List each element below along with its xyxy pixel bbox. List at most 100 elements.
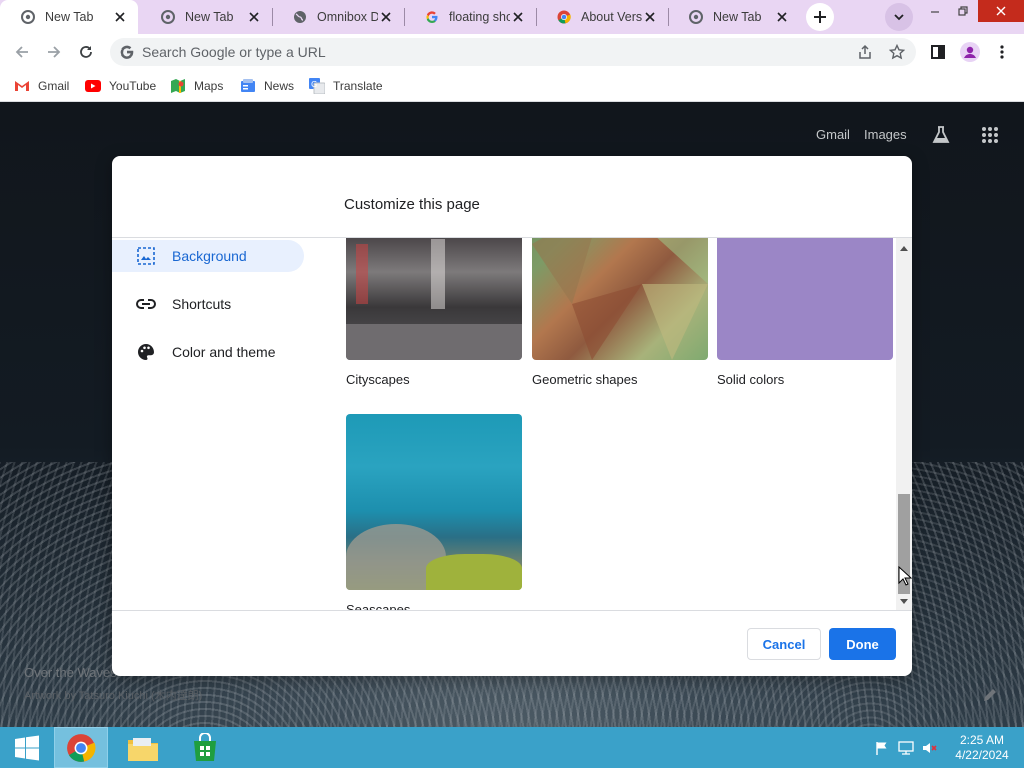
- gmail-link[interactable]: Gmail: [816, 127, 850, 142]
- folder-icon: [128, 737, 158, 761]
- close-tab-icon[interactable]: [510, 9, 526, 25]
- taskbar-chrome[interactable]: [54, 727, 108, 768]
- minimize-button[interactable]: [920, 0, 950, 22]
- menu-item-label: Background: [172, 248, 247, 264]
- minimize-icon: [931, 11, 939, 13]
- clock-time: 2:25 AM: [959, 733, 1005, 747]
- star-icon[interactable]: [888, 43, 906, 61]
- profile-button[interactable]: [956, 38, 984, 66]
- tile-solid-colors[interactable]: Solid colors: [717, 238, 893, 387]
- clock-date: 4/22/2024: [955, 748, 1009, 762]
- bookmark-youtube[interactable]: YouTube: [85, 77, 156, 95]
- tab-strip: New Tab New Tab Omnibox De floating shop: [0, 0, 1024, 34]
- tile-label: Cityscapes: [346, 372, 410, 387]
- close-icon: [996, 6, 1006, 16]
- tab-title: About Versic: [581, 10, 642, 24]
- tab-new-tab-1[interactable]: New Tab: [0, 0, 138, 34]
- omnibox[interactable]: Search Google or type a URL: [110, 38, 916, 66]
- start-button[interactable]: [0, 727, 54, 768]
- chevron-down-icon: [894, 14, 904, 21]
- close-tab-icon[interactable]: [112, 9, 128, 25]
- bookmark-label: YouTube: [109, 79, 157, 93]
- volume-muted-icon[interactable]: [922, 740, 938, 756]
- share-icon[interactable]: [856, 43, 874, 61]
- menu-button[interactable]: [988, 38, 1016, 66]
- bookmark-label: News: [264, 79, 295, 93]
- menu-item-shortcuts[interactable]: Shortcuts: [112, 288, 304, 320]
- flag-icon[interactable]: [874, 740, 890, 756]
- tab-omnibox-debug[interactable]: Omnibox De: [272, 0, 404, 34]
- restore-button[interactable]: [948, 0, 978, 22]
- cancel-button[interactable]: Cancel: [747, 628, 821, 660]
- google-g-icon: [424, 9, 440, 25]
- reload-button[interactable]: [72, 38, 100, 66]
- bookmark-gmail[interactable]: Gmail: [14, 77, 69, 95]
- attribution-title[interactable]: Over the Waves: [24, 665, 117, 680]
- side-panel-button[interactable]: [924, 38, 952, 66]
- arrow-right-icon: [48, 46, 61, 58]
- system-clock[interactable]: 2:25 AM 4/22/2024: [944, 733, 1020, 763]
- bookmark-label: Gmail: [38, 79, 70, 93]
- avatar-icon: [960, 42, 980, 62]
- apps-grid-icon[interactable]: [979, 124, 1001, 146]
- tile-label: Seascapes: [346, 602, 411, 610]
- tile-label: Solid colors: [717, 372, 785, 387]
- bookmarks-bar: Gmail YouTube Maps News G Translate: [0, 70, 1024, 102]
- done-button[interactable]: Done: [829, 628, 896, 660]
- tab-about-version[interactable]: About Versic: [536, 0, 668, 34]
- back-button[interactable]: [8, 38, 36, 66]
- edit-pencil-icon[interactable]: [982, 687, 1000, 705]
- maps-icon: [170, 78, 186, 94]
- bookmark-translate[interactable]: G Translate: [309, 77, 383, 95]
- network-icon[interactable]: [898, 740, 914, 756]
- tab-title: New Tab: [185, 10, 234, 24]
- menu-item-label: Color and theme: [172, 344, 276, 360]
- tab-search-button[interactable]: [885, 3, 913, 31]
- translate-icon: G: [309, 78, 325, 94]
- bookmark-maps[interactable]: Maps: [170, 77, 223, 95]
- labs-flask-icon[interactable]: [930, 124, 952, 146]
- scroll-up-arrow-icon[interactable]: [896, 240, 912, 256]
- tile-label: Geometric shapes: [532, 372, 638, 387]
- kebab-menu-icon: [1000, 45, 1004, 59]
- seascapes-thumbnail: [346, 414, 522, 590]
- tab-new-tab-3[interactable]: New Tab: [668, 0, 800, 34]
- cityscapes-thumbnail: [346, 238, 522, 360]
- bookmark-news[interactable]: News: [240, 77, 294, 95]
- bookmark-label: Translate: [333, 79, 383, 93]
- new-tab-button[interactable]: [806, 3, 834, 31]
- close-tab-icon[interactable]: [642, 9, 658, 25]
- solid-colors-thumbnail: [717, 238, 893, 360]
- menu-item-color-and-theme[interactable]: Color and theme: [112, 336, 304, 368]
- tile-seascapes[interactable]: Seascapes: [346, 414, 522, 610]
- tab-title: floating shop: [449, 10, 510, 24]
- dialog-title: Customize this page: [344, 196, 480, 213]
- side-panel-icon: [931, 45, 945, 59]
- arrow-left-icon: [15, 46, 28, 58]
- taskbar-store[interactable]: [178, 727, 232, 768]
- restore-icon: [958, 6, 968, 16]
- tab-title: Omnibox De: [317, 10, 378, 24]
- scrollbar[interactable]: [896, 238, 912, 610]
- tab-new-tab-2[interactable]: New Tab: [140, 0, 272, 34]
- menu-item-background[interactable]: Background: [112, 240, 304, 272]
- forward-button[interactable]: [40, 38, 68, 66]
- window-close-button[interactable]: [978, 0, 1024, 22]
- chrome-logo-icon: [67, 733, 96, 762]
- news-icon: [240, 78, 256, 94]
- attribution-author: Artwork by Tatsuro Kiuchi (木内達朗): [24, 690, 203, 702]
- close-tab-icon[interactable]: [774, 9, 790, 25]
- close-tab-icon[interactable]: [246, 9, 262, 25]
- tab-floating-shop[interactable]: floating shop: [404, 0, 536, 34]
- images-link[interactable]: Images: [864, 127, 907, 142]
- store-icon: [194, 732, 216, 761]
- chrome-page-icon: [20, 9, 36, 25]
- tab-title: New Tab: [45, 10, 94, 24]
- tile-geometric-shapes[interactable]: Geometric shapes: [532, 238, 708, 387]
- chrome-page-icon: [160, 9, 176, 25]
- close-tab-icon[interactable]: [378, 9, 394, 25]
- geometric-shapes-thumbnail: [532, 238, 708, 360]
- scroll-down-arrow-icon[interactable]: [896, 594, 912, 610]
- tile-cityscapes[interactable]: Cityscapes: [346, 238, 522, 387]
- taskbar-file-explorer[interactable]: [116, 727, 170, 768]
